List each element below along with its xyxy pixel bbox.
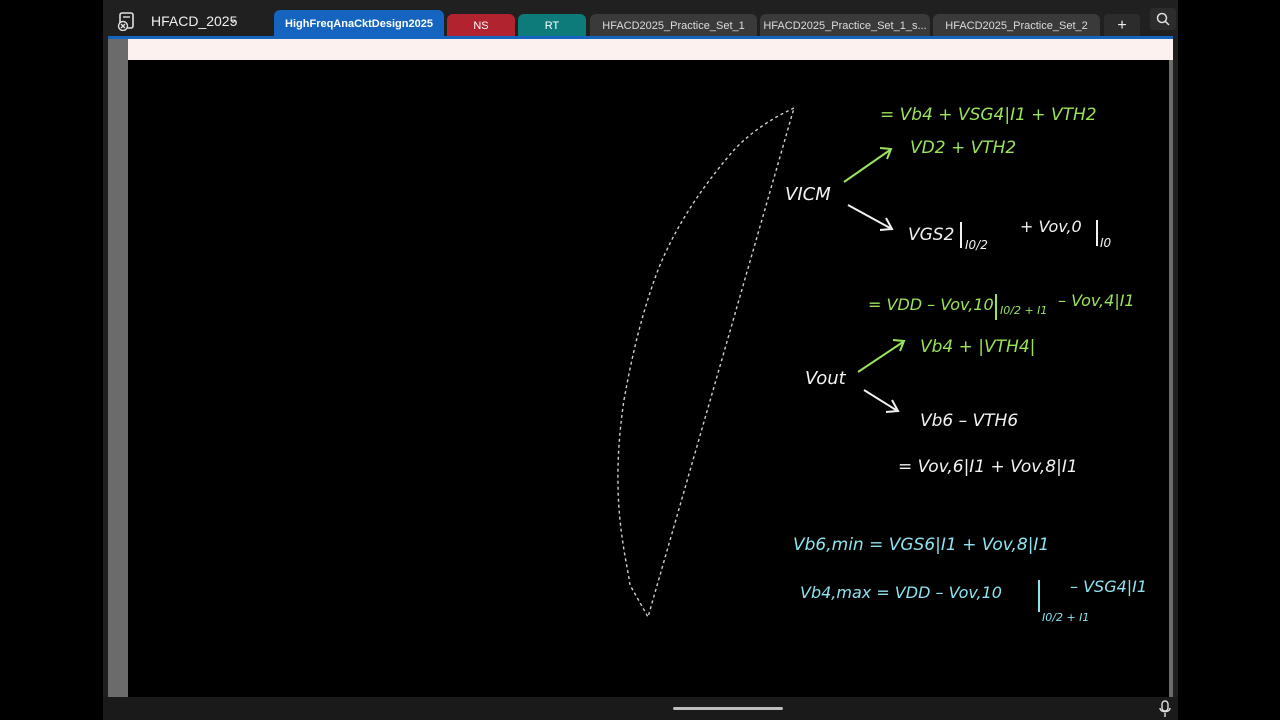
tab-ns[interactable]: NS (447, 14, 515, 38)
vout-label: Vout (805, 368, 847, 389)
vout-eq1-b: – Vov,4|I1 (1058, 291, 1135, 310)
vicm-lower-b-sub: I0 (1100, 236, 1112, 250)
tab-label: HFACD2025_Practice_Set_2 (945, 20, 1088, 32)
vicm-lower-a: VGS2 (908, 225, 954, 245)
ink-canvas[interactable]: = Vb4 + VSG4|I1 + VTH2 VD2 + VTH2 VICM V… (128, 60, 1169, 697)
search-button[interactable] (1150, 8, 1176, 30)
arrow-vicm-up (843, 147, 893, 183)
tab-highfreq[interactable]: HighFreqAnaCktDesign2025 (274, 10, 444, 38)
vicm-label: VICM (785, 184, 831, 205)
vb4-max-a: Vb4,max = VDD – Vov,10 (800, 583, 1002, 602)
arrow-vout-down (863, 389, 900, 413)
vicm-lower-a-sub: I0/2 (965, 238, 988, 252)
vb6-min: Vb6,min = VGS6|I1 + Vov,8|I1 (793, 535, 1049, 555)
vout-lower: Vb6 – VTH6 (920, 411, 1018, 431)
add-section-button[interactable]: + (1104, 14, 1140, 38)
tab-label: HFACD2025_Practice_Set_1 (602, 20, 745, 32)
vicm-upper: VD2 + VTH2 (910, 138, 1016, 158)
notebook-name[interactable]: HFACD_2025 (151, 13, 237, 29)
vout-upper: Vb4 + |VTH4| (920, 337, 1035, 357)
search-icon (1156, 12, 1170, 26)
tab-label: RT (544, 20, 560, 32)
arrow-vicm-down (847, 204, 894, 231)
notebook-icon[interactable] (117, 11, 137, 31)
tab-label: HighFreqAnaCktDesign2025 (285, 18, 433, 30)
vicm-eq1: = Vb4 + VSG4|I1 + VTH2 (880, 105, 1097, 125)
tab-practice-set-1[interactable]: HFACD2025_Practice_Set_1 (590, 14, 757, 38)
onenote-window: HFACD_2025 ⌄ HighFreqAnaCktDesign2025 NS… (103, 0, 1178, 720)
microphone-icon[interactable] (1158, 700, 1172, 718)
tab-practice-set-1-s[interactable]: HFACD2025_Practice_Set_1_s... (760, 14, 930, 38)
arrow-vout-up (857, 339, 906, 373)
vb4-max-b: – VSG4|I1 (1070, 577, 1147, 596)
tab-label: HFACD2025_Practice_Set_1_s... (763, 20, 927, 32)
lasso-selection (617, 107, 795, 619)
vout-lower-eq: = Vov,6|I1 + Vov,8|I1 (898, 457, 1078, 477)
tab-rt[interactable]: RT (518, 14, 586, 38)
tab-practice-set-2[interactable]: HFACD2025_Practice_Set_2 (933, 14, 1100, 38)
vb4-max-sub: I0/2 + I1 (1042, 611, 1089, 624)
home-indicator[interactable] (673, 707, 783, 710)
vout-eq1-a: = VDD – Vov,10 (868, 295, 994, 314)
page-header-strip (128, 39, 1173, 60)
ink-drawing: = Vb4 + VSG4|I1 + VTH2 VD2 + VTH2 VICM V… (617, 105, 1147, 624)
vout-eq1-sub: I0/2 + I1 (1000, 304, 1047, 317)
vicm-lower-b: + Vov,0 (1020, 217, 1082, 236)
chevron-down-icon[interactable]: ⌄ (228, 12, 238, 26)
top-bar: HFACD_2025 ⌄ HighFreqAnaCktDesign2025 NS… (103, 0, 1178, 39)
page-container: = Vb4 + VSG4|I1 + VTH2 VD2 + VTH2 VICM V… (108, 39, 1173, 697)
tab-label: NS (473, 20, 489, 32)
bottom-bar (103, 697, 1178, 720)
